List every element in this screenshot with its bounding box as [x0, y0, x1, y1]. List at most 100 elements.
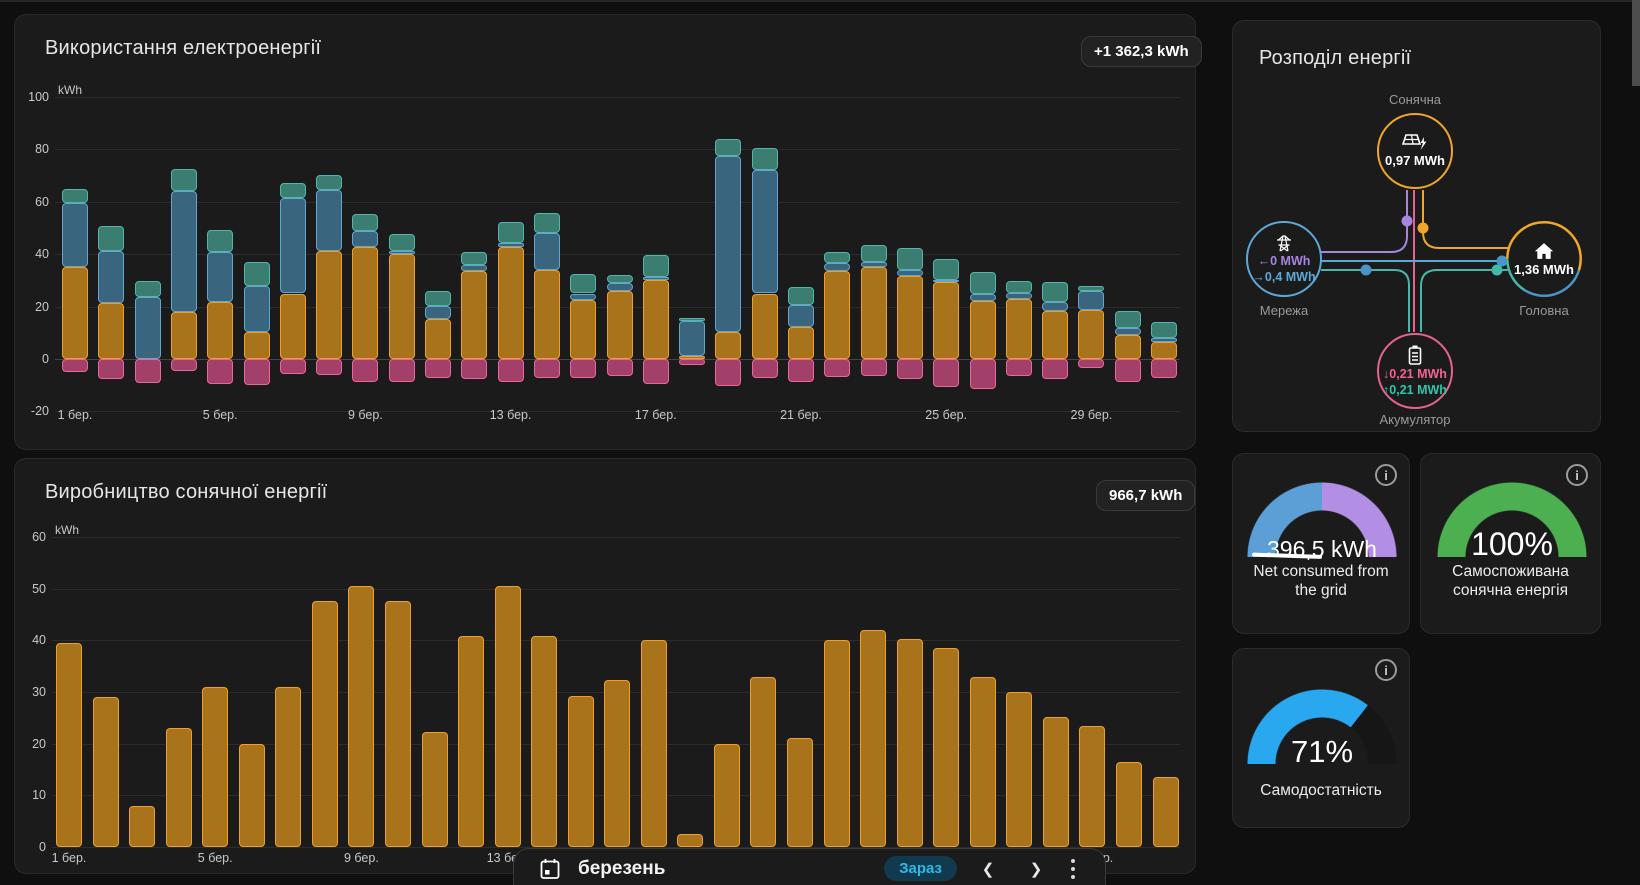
bar-grid-consumed-day-30[interactable]: [1115, 328, 1141, 335]
bar-grid-consumed-day-3[interactable]: [135, 297, 161, 359]
home-node[interactable]: 1,36 MWh: [1506, 221, 1582, 297]
bar-solar-production-day-30[interactable]: [1116, 762, 1142, 847]
bar-solar-production-day-7[interactable]: [275, 687, 301, 847]
bar-solar-production-day-22[interactable]: [824, 640, 850, 847]
bar-grid-consumed-day-18[interactable]: [679, 321, 705, 356]
bar-solar-production-day-18[interactable]: [677, 834, 703, 847]
bar-battery-discharged-day-30[interactable]: [1115, 311, 1141, 328]
bar-battery-charged-day-8[interactable]: [316, 359, 342, 375]
bar-grid-consumed-day-21[interactable]: [788, 305, 814, 327]
bar-solar-consumed-day-5[interactable]: [207, 302, 233, 359]
bar-battery-discharged-day-17[interactable]: [643, 255, 669, 277]
bar-grid-consumed-day-7[interactable]: [280, 198, 306, 294]
bar-battery-discharged-day-14[interactable]: [534, 213, 560, 232]
bar-grid-consumed-day-4[interactable]: [171, 191, 197, 312]
bar-grid-consumed-day-20[interactable]: [752, 170, 778, 293]
bar-battery-charged-day-22[interactable]: [824, 359, 850, 377]
bar-battery-charged-day-25[interactable]: [933, 359, 959, 387]
bar-grid-consumed-day-2[interactable]: [98, 251, 124, 303]
bar-battery-charged-day-1[interactable]: [62, 359, 88, 372]
bar-battery-discharged-day-24[interactable]: [897, 248, 923, 269]
bar-solar-consumed-day-9[interactable]: [352, 247, 378, 359]
bar-battery-charged-day-13[interactable]: [498, 359, 524, 382]
bar-battery-discharged-day-27[interactable]: [1006, 281, 1032, 293]
bar-battery-discharged-day-15[interactable]: [570, 274, 596, 294]
bar-battery-charged-day-3[interactable]: [135, 359, 161, 383]
bar-battery-charged-day-2[interactable]: [98, 359, 124, 379]
bar-solar-consumed-day-13[interactable]: [498, 247, 524, 359]
bar-solar-production-day-31[interactable]: [1153, 777, 1179, 847]
bar-battery-discharged-day-20[interactable]: [752, 148, 778, 171]
bar-battery-discharged-day-12[interactable]: [461, 252, 487, 266]
bar-battery-discharged-day-9[interactable]: [352, 214, 378, 231]
bar-battery-discharged-day-22[interactable]: [824, 252, 850, 263]
bar-battery-charged-day-26[interactable]: [970, 359, 996, 389]
bar-battery-discharged-day-19[interactable]: [715, 139, 741, 156]
next-month-button[interactable]: ❯: [1019, 860, 1053, 878]
bar-battery-discharged-day-5[interactable]: [207, 230, 233, 252]
now-button[interactable]: Зараз: [884, 856, 957, 881]
bar-grid-consumed-day-9[interactable]: [352, 231, 378, 246]
bar-grid-consumed-day-10[interactable]: [389, 251, 415, 254]
bar-battery-charged-day-29[interactable]: [1078, 359, 1104, 368]
bar-battery-discharged-day-7[interactable]: [280, 183, 306, 198]
bar-grid-consumed-day-8[interactable]: [316, 190, 342, 251]
bar-solar-consumed-day-31[interactable]: [1151, 342, 1177, 359]
bar-solar-consumed-day-24[interactable]: [897, 276, 923, 359]
bar-solar-production-day-21[interactable]: [787, 738, 813, 847]
bar-solar-consumed-day-16[interactable]: [607, 291, 633, 359]
bar-solar-production-day-25[interactable]: [933, 648, 959, 847]
bar-solar-consumed-day-15[interactable]: [570, 300, 596, 359]
bar-solar-consumed-day-12[interactable]: [461, 271, 487, 359]
solar-node[interactable]: 0,97 MWh: [1377, 113, 1453, 189]
bar-solar-production-day-29[interactable]: [1079, 726, 1105, 847]
bar-battery-discharged-day-26[interactable]: [970, 272, 996, 294]
bar-grid-consumed-day-11[interactable]: [425, 306, 451, 319]
bar-battery-discharged-day-3[interactable]: [135, 281, 161, 297]
bar-solar-production-day-20[interactable]: [750, 677, 776, 847]
bar-solar-consumed-day-19[interactable]: [715, 332, 741, 359]
bar-solar-production-day-4[interactable]: [166, 728, 192, 847]
bar-solar-consumed-day-17[interactable]: [643, 280, 669, 359]
bar-battery-discharged-day-13[interactable]: [498, 222, 524, 243]
info-icon[interactable]: i: [1375, 659, 1397, 681]
bar-battery-charged-day-15[interactable]: [570, 359, 596, 378]
bar-grid-consumed-day-15[interactable]: [570, 294, 596, 301]
bar-solar-consumed-day-20[interactable]: [752, 294, 778, 360]
bar-battery-charged-day-14[interactable]: [534, 359, 560, 378]
bar-solar-consumed-day-14[interactable]: [534, 270, 560, 359]
bar-battery-discharged-day-6[interactable]: [244, 262, 270, 286]
bar-battery-discharged-day-31[interactable]: [1151, 322, 1177, 339]
bar-solar-consumed-day-22[interactable]: [824, 271, 850, 359]
bar-solar-production-day-11[interactable]: [422, 732, 448, 847]
grid-node[interactable]: ←0 MWh →0,4 MWh: [1246, 221, 1322, 297]
bar-battery-charged-day-6[interactable]: [244, 359, 270, 385]
bar-solar-production-day-28[interactable]: [1043, 717, 1069, 847]
bar-solar-consumed-day-10[interactable]: [389, 254, 415, 359]
bar-battery-discharged-day-1[interactable]: [62, 189, 88, 203]
bar-solar-consumed-day-25[interactable]: [933, 282, 959, 359]
bar-grid-consumed-day-28[interactable]: [1042, 302, 1068, 311]
battery-node[interactable]: ↓0,21 MWh ↑0,21 MWh: [1377, 333, 1453, 409]
bar-solar-consumed-day-21[interactable]: [788, 327, 814, 359]
bar-grid-consumed-day-6[interactable]: [244, 286, 270, 332]
bar-battery-charged-day-31[interactable]: [1151, 359, 1177, 378]
bar-battery-charged-day-17[interactable]: [643, 359, 669, 384]
bar-solar-production-day-2[interactable]: [93, 697, 119, 847]
bar-solar-production-day-13[interactable]: [495, 586, 521, 847]
bar-grid-consumed-day-5[interactable]: [207, 252, 233, 302]
bar-battery-charged-day-23[interactable]: [861, 359, 887, 376]
bar-solar-consumed-day-1[interactable]: [62, 267, 88, 359]
bar-grid-consumed-day-17[interactable]: [643, 277, 669, 280]
bar-solar-consumed-day-6[interactable]: [244, 332, 270, 359]
bar-solar-consumed-day-4[interactable]: [171, 312, 197, 359]
bar-solar-production-day-24[interactable]: [897, 639, 923, 847]
bar-battery-discharged-day-18[interactable]: [679, 318, 705, 321]
bar-battery-discharged-day-16[interactable]: [607, 275, 633, 284]
bar-solar-production-day-12[interactable]: [458, 636, 484, 847]
bar-battery-charged-day-4[interactable]: [171, 359, 197, 371]
bar-battery-charged-day-28[interactable]: [1042, 359, 1068, 379]
bar-grid-consumed-day-14[interactable]: [534, 233, 560, 270]
bar-solar-consumed-day-28[interactable]: [1042, 311, 1068, 359]
bar-battery-charged-day-20[interactable]: [752, 359, 778, 378]
